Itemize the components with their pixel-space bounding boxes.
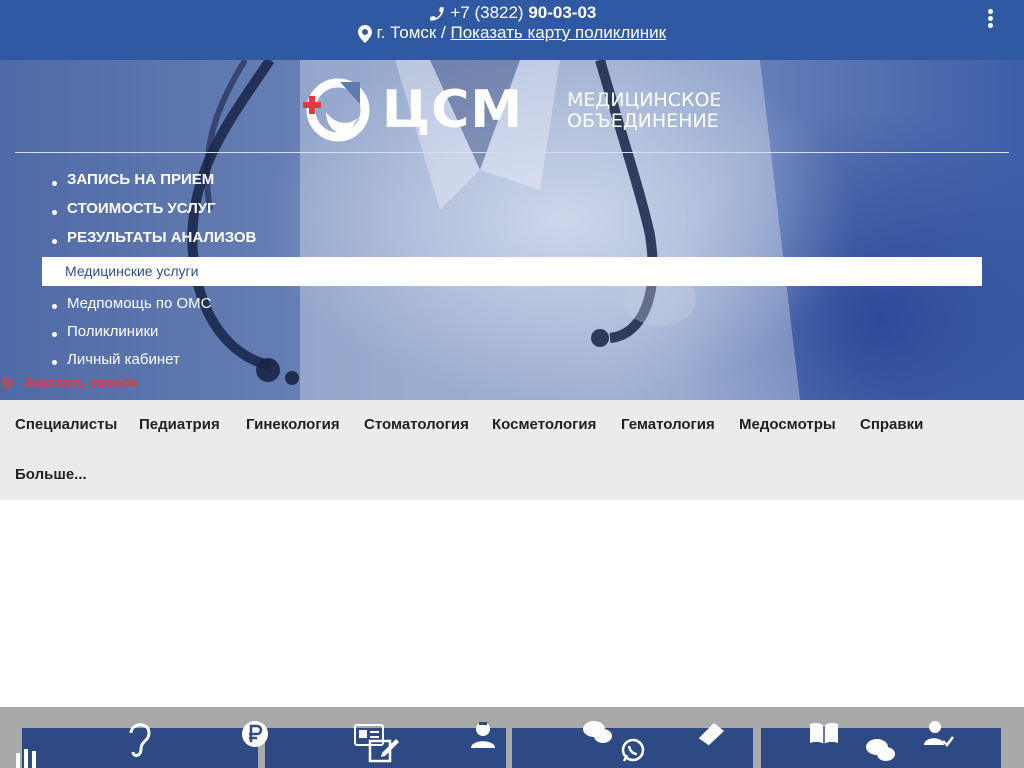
- test-tubes-icon: [16, 749, 36, 768]
- phone-icon: [429, 6, 444, 21]
- phone-line[interactable]: +7 (3822) 90-03-03: [0, 3, 1024, 23]
- map-marker-icon: [357, 24, 372, 43]
- logo-line1: МЕДИЦИНСКОЕ: [567, 89, 722, 111]
- top-bar: +7 (3822) 90-03-03 г. Томск / Показать к…: [0, 0, 1024, 60]
- city-label: г. Томск /: [376, 23, 446, 42]
- more-options-icon[interactable]: [986, 9, 994, 31]
- divider: [15, 152, 1009, 153]
- menu-item-prices[interactable]: СТОИМОСТЬ УСЛУГ: [42, 197, 256, 226]
- chat-icon: [583, 721, 612, 743]
- logo-brand: ЦСМ: [382, 80, 524, 140]
- category-nav: Специалисты Педиатрия Гинекология Стомат…: [0, 400, 1024, 500]
- category-cosmetology[interactable]: Косметология: [492, 415, 596, 435]
- phone-number: 90-03-03: [528, 3, 597, 22]
- phone-ring-icon: [2, 376, 14, 391]
- category-medical-checkups[interactable]: Медосмотры: [739, 415, 836, 435]
- menu-item-oms[interactable]: Медпомощь по ОМС: [42, 292, 212, 320]
- nurse-icon: [471, 722, 495, 748]
- whatsapp-icon: [621, 738, 645, 762]
- secondary-menu: Медпомощь по ОМС Поликлиники Личный каби…: [42, 292, 212, 376]
- bottom-tiles: [0, 707, 1024, 768]
- category-gynecology[interactable]: Гинекология: [246, 415, 340, 435]
- order-call-button[interactable]: Заказать звонок: [2, 373, 137, 391]
- menu-item-account[interactable]: Личный кабинет: [42, 348, 212, 376]
- phone-prefix: +7 (3822): [450, 3, 524, 22]
- ear-icon: [129, 723, 151, 757]
- menu-item-appointment[interactable]: ЗАПИСЬ НА ПРИЕМ: [42, 168, 256, 197]
- open-book-icon: [810, 722, 838, 744]
- menu-item-clinics[interactable]: Поликлиники: [42, 320, 212, 348]
- menu-item-medical-services[interactable]: Медицинские услуги: [42, 257, 982, 286]
- user-check-icon: [924, 721, 954, 747]
- category-specialists[interactable]: Специалисты: [15, 415, 117, 435]
- category-pediatrics[interactable]: Педиатрия: [139, 415, 220, 435]
- primary-menu: ЗАПИСЬ НА ПРИЕМ СТОИМОСТЬ УСЛУГ РЕЗУЛЬТА…: [42, 168, 256, 255]
- category-certificates[interactable]: Справки: [860, 415, 923, 435]
- logo[interactable]: ЦСМ МЕДИЦИНСКОЕ ОБЪЕДИНЕНИЕ: [300, 74, 730, 146]
- show-map-link[interactable]: Показать карту поликлиник: [451, 23, 667, 42]
- pencil-edit-icon: [368, 739, 399, 763]
- book-icon: [697, 723, 724, 747]
- category-more[interactable]: Больше...: [15, 465, 87, 485]
- category-hematology[interactable]: Гематология: [621, 415, 715, 435]
- chat-bubbles-icon: [866, 739, 895, 761]
- menu-item-test-results[interactable]: РЕЗУЛЬТАТЫ АНАЛИЗОВ: [42, 226, 256, 255]
- category-dentistry[interactable]: Стоматология: [364, 415, 469, 435]
- order-call-label: Заказать звонок: [23, 374, 138, 390]
- hero-banner: ЦСМ МЕДИЦИНСКОЕ ОБЪЕДИНЕНИЕ ЗАПИСЬ НА ПР…: [0, 60, 1024, 400]
- ruble-icon: [242, 721, 268, 747]
- address-line: г. Томск / Показать карту поликлиник: [0, 23, 1024, 43]
- logo-line2: ОБЪЕДИНЕНИЕ: [567, 110, 719, 132]
